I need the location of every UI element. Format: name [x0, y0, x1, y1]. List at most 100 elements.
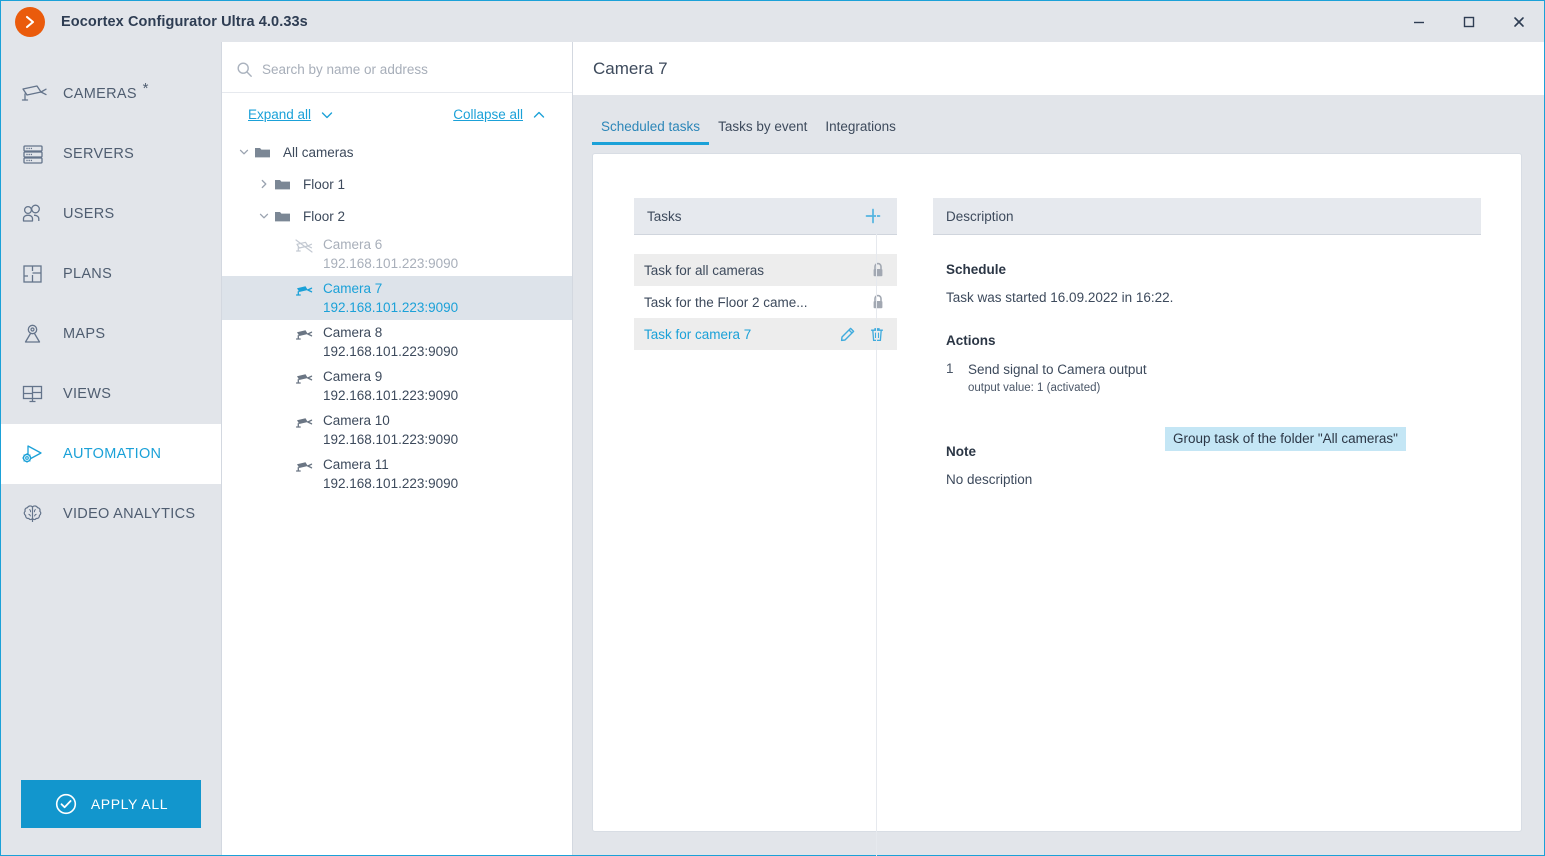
tab-integrations[interactable]: Integrations — [816, 119, 905, 145]
tasks-column: Tasks Task for all cameras Task for the … — [634, 198, 897, 831]
floorplan-icon — [19, 262, 63, 286]
camera-address: 192.168.101.223:9090 — [323, 256, 459, 271]
description-column: Description Schedule Task was started 16… — [933, 198, 1481, 831]
close-button[interactable] — [1494, 1, 1544, 42]
camera-name: Camera 6 — [323, 237, 383, 252]
tab-label: Tasks by event — [718, 119, 808, 134]
tasks-header-label: Tasks — [647, 208, 682, 224]
sidebar-item-video-analytics[interactable]: VIDEO ANALYTICS — [1, 484, 221, 544]
sidebar-item-users[interactable]: USERS — [1, 184, 221, 244]
tree-camera-item[interactable]: Camera 6 192.168.101.223:9090 — [222, 232, 572, 276]
unsaved-changes-asterisk: * — [142, 80, 149, 97]
camera-address: 192.168.101.223:9090 — [323, 300, 459, 315]
scheduled-tasks-panel: Tasks Task for all cameras Task for the … — [592, 153, 1522, 856]
window-controls — [1394, 1, 1544, 42]
chevron-down-icon[interactable] — [254, 210, 274, 222]
trash-icon[interactable] — [869, 326, 885, 343]
chevron-right-icon[interactable] — [254, 178, 274, 190]
sidebar-item-label: VIDEO ANALYTICS — [63, 506, 196, 522]
automation-gear-play-icon — [19, 442, 63, 466]
plus-icon[interactable] — [863, 206, 883, 226]
task-row[interactable]: Task for camera 7 — [634, 318, 897, 350]
schedule-title: Schedule — [946, 262, 1007, 277]
map-pin-icon — [19, 322, 63, 346]
tree-camera-item[interactable]: Camera 9 192.168.101.223:9090 — [222, 364, 572, 408]
tree-camera-item[interactable]: Camera 11 192.168.101.223:9090 — [222, 452, 572, 496]
description-header: Description — [933, 198, 1481, 235]
folder-icon — [274, 177, 291, 191]
camera-tree-panel: Expand all Collapse all — [221, 42, 573, 855]
content-header: Camera 7 — [573, 42, 1544, 95]
sidebar-items: CAMERAS * SERVERS USERS PLANS MAPS VIEWS… — [1, 42, 221, 544]
actions-title: Actions — [946, 333, 996, 348]
camera-address: 192.168.101.223:9090 — [323, 388, 459, 403]
sidebar-item-maps[interactable]: MAPS — [1, 304, 221, 364]
sidebar-item-label: VIEWS — [63, 386, 112, 402]
sidebar: CAMERAS * SERVERS USERS PLANS MAPS VIEWS… — [1, 42, 221, 855]
tree-node-floor-2[interactable]: Floor 2 — [222, 200, 572, 232]
sidebar-item-label: AUTOMATION — [63, 446, 162, 462]
chevron-down-icon[interactable] — [234, 146, 254, 158]
task-row[interactable]: Task for the Floor 2 came... — [634, 286, 897, 318]
expand-all-link[interactable]: Expand all — [248, 107, 334, 122]
title-bar: Eocortex Configurator Ultra 4.0.33s — [1, 1, 1544, 42]
apply-all-label: APPLY ALL — [90, 796, 169, 812]
sidebar-item-plans[interactable]: PLANS — [1, 244, 221, 304]
camera-icon — [295, 411, 313, 430]
tab-scheduled-tasks[interactable]: Scheduled tasks — [592, 119, 710, 145]
camera-tree: All cameras Floor 1 Floor 2 Camera 6 192… — [222, 132, 572, 496]
search-bar — [222, 46, 572, 93]
camera-address: 192.168.101.223:9090 — [323, 432, 459, 447]
tree-toolbar: Expand all Collapse all — [222, 93, 572, 132]
note-text: No description — [946, 472, 1033, 487]
description-header-label: Description — [946, 208, 1014, 224]
tree-node-floor-1[interactable]: Floor 1 — [222, 168, 572, 200]
task-row[interactable]: Task for all cameras — [634, 254, 897, 286]
sidebar-item-label: USERS — [63, 206, 115, 222]
minimize-button[interactable] — [1394, 1, 1444, 42]
search-input[interactable] — [262, 61, 558, 77]
task-label: Task for all cameras — [644, 262, 765, 278]
tree-node-label: Floor 2 — [303, 208, 346, 224]
page-title: Camera 7 — [593, 58, 668, 78]
camera-name: Camera 7 — [323, 281, 383, 296]
camera-address: 192.168.101.223:9090 — [323, 344, 459, 359]
maximize-button[interactable] — [1444, 1, 1494, 42]
tree-camera-item[interactable]: Camera 10 192.168.101.223:9090 — [222, 408, 572, 452]
tasks-header: Tasks — [634, 198, 897, 235]
search-icon — [236, 61, 253, 78]
tab-label: Scheduled tasks — [601, 119, 701, 134]
check-circle-icon — [54, 792, 78, 816]
grid-views-icon — [19, 382, 63, 406]
camera-name: Camera 9 — [323, 369, 383, 384]
collapse-all-label: Collapse all — [453, 107, 523, 122]
camera-icon — [19, 82, 63, 106]
apply-all-button[interactable]: APPLY ALL — [21, 780, 201, 828]
tree-node-all-cameras[interactable]: All cameras — [222, 136, 572, 168]
tree-camera-item[interactable]: Camera 7 192.168.101.223:9090 — [222, 276, 572, 320]
tree-camera-item[interactable]: Camera 8 192.168.101.223:9090 — [222, 320, 572, 364]
camera-icon — [295, 367, 313, 386]
lock-icon — [871, 262, 885, 278]
sidebar-item-servers[interactable]: SERVERS — [1, 124, 221, 184]
chevron-down-icon — [320, 108, 334, 122]
sidebar-item-automation[interactable]: AUTOMATION — [1, 424, 221, 484]
camera-icon — [295, 455, 313, 474]
apply-all-container: APPLY ALL — [1, 780, 221, 855]
brain-icon — [19, 502, 63, 526]
camera-icon — [295, 279, 313, 298]
lock-icon — [871, 294, 885, 310]
tab-tasks-by-event[interactable]: Tasks by event — [709, 119, 816, 145]
pencil-icon[interactable] — [839, 326, 856, 343]
camera-address: 192.168.101.223:9090 — [323, 476, 459, 491]
camera-name: Camera 10 — [323, 413, 390, 428]
tab-bar: Scheduled tasks Tasks by event Integrati… — [573, 95, 1544, 145]
sidebar-item-cameras[interactable]: CAMERAS * — [1, 64, 221, 124]
tasks-list: Task for all cameras Task for the Floor … — [634, 254, 897, 350]
folder-icon — [254, 145, 271, 159]
action-number: 1 — [946, 361, 954, 376]
tree-node-label: All cameras — [283, 144, 354, 160]
sidebar-item-views[interactable]: VIEWS — [1, 364, 221, 424]
application-window: Eocortex Configurator Ultra 4.0.33s CAME… — [0, 0, 1545, 856]
collapse-all-link[interactable]: Collapse all — [453, 107, 546, 122]
